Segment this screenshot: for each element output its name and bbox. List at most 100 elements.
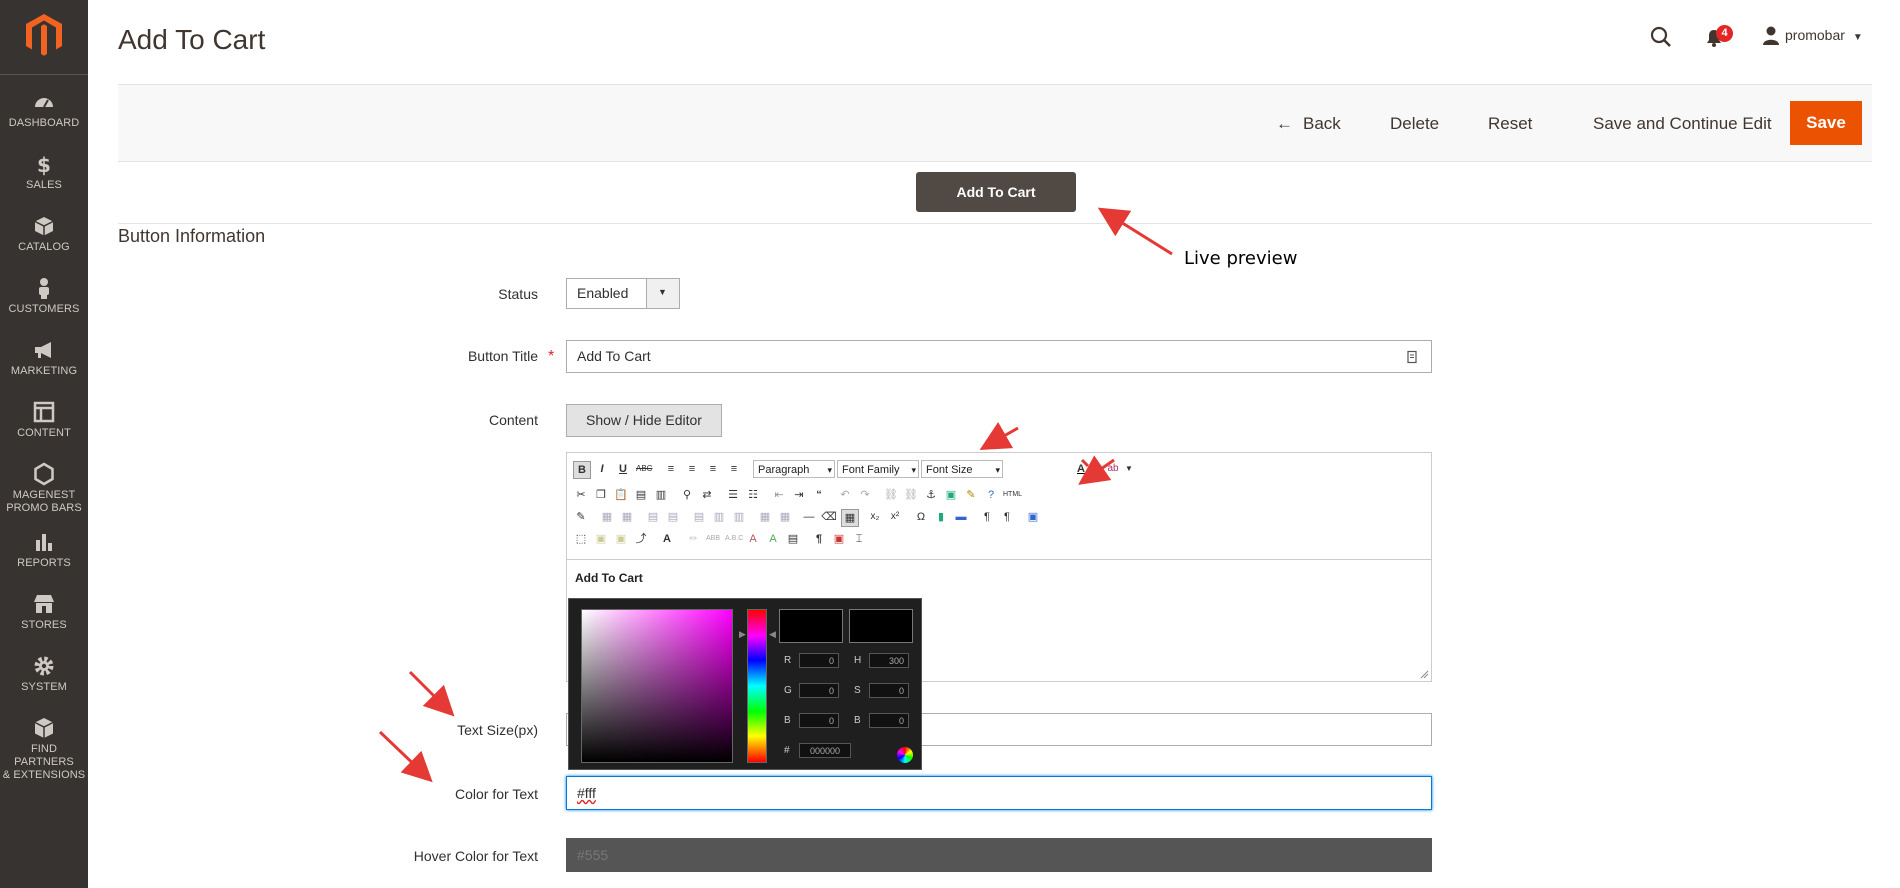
r-value-field[interactable]: 0 xyxy=(799,653,839,668)
find-icon[interactable]: ⚲ xyxy=(679,487,695,503)
back-button[interactable]: ← Back xyxy=(1276,114,1341,134)
row-props-icon[interactable]: ▦ xyxy=(619,509,635,525)
insert-row-icon[interactable]: ▤ xyxy=(665,509,681,525)
numbered-list-icon[interactable]: ☷ xyxy=(745,487,761,503)
remove-format-icon[interactable]: ⌫ xyxy=(821,509,837,525)
align-left-icon[interactable]: ≡ xyxy=(663,461,679,477)
hue-slider-handle-icon[interactable]: ▶ xyxy=(739,629,746,640)
nav-item-marketing[interactable]: MARKETING xyxy=(0,338,88,378)
anchor-icon[interactable]: ⚓ xyxy=(923,487,939,503)
absolute-icon[interactable]: ⤴ xyxy=(633,531,649,547)
special-char-icon[interactable]: Ω xyxy=(913,509,929,525)
hr-advanced-icon[interactable]: ▬ xyxy=(953,509,969,525)
visual-chars-icon[interactable]: ¶ xyxy=(811,531,827,547)
hue-slider-handle-icon[interactable]: ◀ xyxy=(769,629,776,640)
g-value-field[interactable]: 0 xyxy=(799,683,839,698)
blockquote-icon[interactable]: “ xyxy=(811,487,827,503)
editor-content[interactable]: Add To Cart xyxy=(575,571,643,585)
nav-item-customers[interactable]: CUSTOMERS xyxy=(0,276,88,316)
show-hide-editor-button[interactable]: Show / Hide Editor xyxy=(566,404,722,437)
subscript-icon[interactable]: x₂ xyxy=(867,509,883,525)
abbr-icon[interactable]: ABB xyxy=(705,531,721,547)
nav-item-sales[interactable]: $ SALES xyxy=(0,152,88,192)
horizontal-rule-icon[interactable]: — xyxy=(801,509,817,525)
insert-text-icon[interactable]: A xyxy=(765,531,781,547)
indent-icon[interactable]: ⇥ xyxy=(791,487,807,503)
link-icon[interactable]: ⛓ xyxy=(883,487,899,503)
acronym-icon[interactable]: A.B.C xyxy=(725,531,743,547)
nav-item-reports[interactable]: REPORTS xyxy=(0,530,88,570)
nav-item-dashboard[interactable]: DASHBOARD xyxy=(0,90,88,130)
b-value-field[interactable]: 0 xyxy=(799,713,839,728)
text-color-icon[interactable]: A xyxy=(1073,461,1089,477)
hex-value-field[interactable]: 000000 xyxy=(799,743,851,758)
cleanup-icon[interactable]: ✎ xyxy=(963,487,979,503)
strikethrough-icon[interactable]: ABC xyxy=(636,461,652,477)
paste-icon[interactable]: 📋 xyxy=(613,487,629,503)
attribs-icon[interactable]: ▤ xyxy=(785,531,801,547)
insert-layer-icon[interactable]: ✎ xyxy=(573,509,589,525)
color-wheel-icon[interactable] xyxy=(897,747,913,763)
chevron-down-icon[interactable]: ▼ xyxy=(1121,461,1137,477)
cite-icon[interactable]: «» xyxy=(685,531,701,547)
outdent-icon[interactable]: ⇤ xyxy=(771,487,787,503)
nav-item-content[interactable]: CONTENT xyxy=(0,400,88,440)
html-source-icon[interactable]: HTML xyxy=(1003,487,1022,503)
cut-icon[interactable]: ✂ xyxy=(573,487,589,503)
align-center-icon[interactable]: ≡ xyxy=(684,461,700,477)
font-size-select[interactable]: Font Size xyxy=(921,460,1003,479)
paste-text-icon[interactable]: ▤ xyxy=(633,487,649,503)
status-select[interactable]: Enabled ▼ xyxy=(566,278,680,309)
background-color-icon[interactable]: ab xyxy=(1105,461,1121,477)
nav-item-magenest-promo-bars[interactable]: MAGENEST PROMO BARS xyxy=(0,462,88,515)
save-and-continue-button[interactable]: Save and Continue Edit xyxy=(1593,114,1772,134)
bullet-list-icon[interactable]: ☰ xyxy=(725,487,741,503)
delete-col-icon[interactable]: ▥ xyxy=(731,509,747,525)
resize-handle-icon[interactable] xyxy=(1419,669,1429,679)
pagebreak-icon[interactable]: ⌶ xyxy=(851,531,867,547)
brightness-value-field[interactable]: 0 xyxy=(869,713,909,728)
save-button[interactable]: Save xyxy=(1790,101,1862,145)
live-preview-button[interactable]: Add To Cart xyxy=(916,172,1076,212)
merge-cells-icon[interactable]: ▦ xyxy=(777,509,793,525)
insert-col-icon[interactable]: ▥ xyxy=(711,509,727,525)
split-cells-icon[interactable]: ▦ xyxy=(757,509,773,525)
unlink-icon[interactable]: ⛓ xyxy=(903,487,919,503)
nav-item-catalog[interactable]: CATALOG xyxy=(0,214,88,254)
nav-item-stores[interactable]: STORES xyxy=(0,592,88,632)
nav-item-find-partners[interactable]: FIND PARTNERS & EXTENSIONS xyxy=(0,716,88,782)
redo-icon[interactable]: ↷ xyxy=(857,487,873,503)
style-props-icon[interactable]: A xyxy=(659,531,675,547)
h-value-field[interactable]: 300 xyxy=(869,653,909,668)
copy-icon[interactable]: ❐ xyxy=(593,487,609,503)
select-all-icon[interactable]: ⬚ xyxy=(573,531,589,547)
layer-forward-icon[interactable]: ▣ xyxy=(593,531,609,547)
align-justify-icon[interactable]: ≡ xyxy=(726,461,742,477)
hue-slider[interactable] xyxy=(747,609,767,763)
button-title-input[interactable]: Add To Cart xyxy=(566,340,1432,373)
rtl-icon[interactable]: ¶ xyxy=(999,509,1015,525)
table-icon[interactable]: ▦ xyxy=(599,509,615,525)
user-icon[interactable] xyxy=(1762,26,1780,46)
italic-icon[interactable]: I xyxy=(594,461,610,477)
layer-backward-icon[interactable]: ▣ xyxy=(613,531,629,547)
magento-logo-icon[interactable] xyxy=(24,12,64,56)
visual-aid-icon[interactable]: ▦ xyxy=(841,509,859,527)
delete-button[interactable]: Delete xyxy=(1390,114,1439,134)
align-right-icon[interactable]: ≡ xyxy=(705,461,721,477)
hover-color-for-text-input[interactable]: #555 xyxy=(566,838,1432,872)
user-menu[interactable]: promobar ▼ xyxy=(1785,27,1863,43)
s-value-field[interactable]: 0 xyxy=(869,683,909,698)
chevron-down-icon[interactable]: ▼ xyxy=(1089,461,1105,477)
saturation-brightness-area[interactable] xyxy=(581,609,733,763)
replace-icon[interactable]: ⇄ xyxy=(699,487,715,503)
font-family-select[interactable]: Font Family xyxy=(837,460,919,479)
color-for-text-input[interactable]: #fff xyxy=(566,776,1432,810)
media-icon[interactable]: ▮ xyxy=(933,509,949,525)
superscript-icon[interactable]: x² xyxy=(887,509,903,525)
fullscreen-icon[interactable]: ▣ xyxy=(1025,509,1041,525)
ltr-icon[interactable]: ¶ xyxy=(979,509,995,525)
delete-text-icon[interactable]: A xyxy=(745,531,761,547)
nonbreaking-icon[interactable]: ▣ xyxy=(831,531,847,547)
search-icon[interactable] xyxy=(1650,26,1672,48)
